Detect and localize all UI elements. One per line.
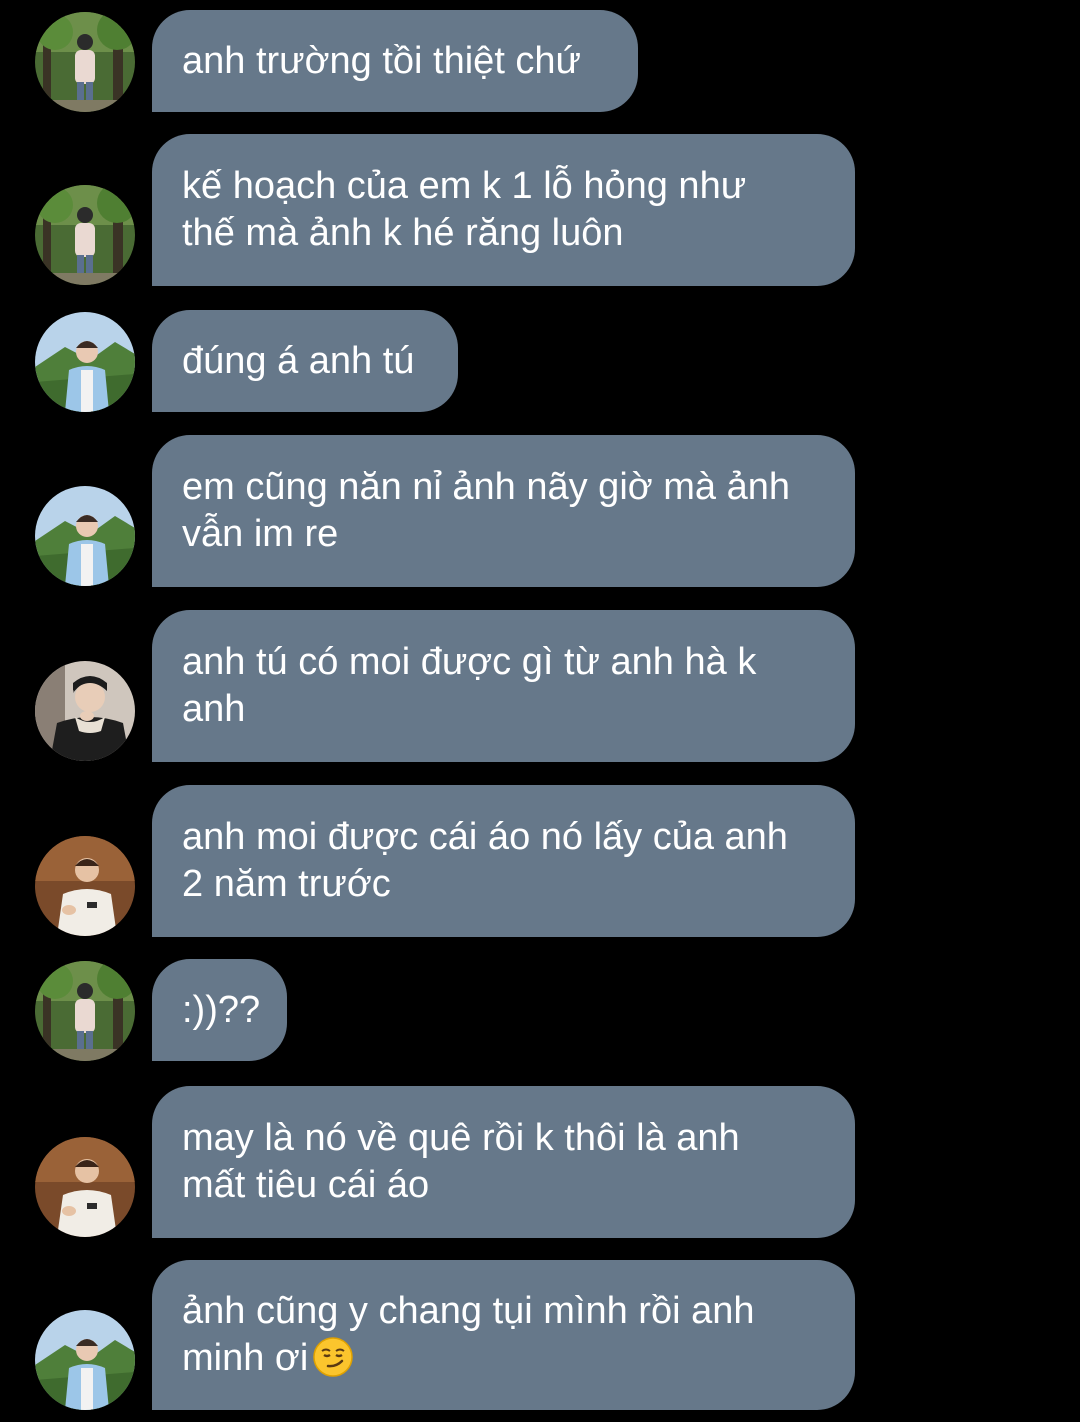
message-text: em cũng năn nỉ ảnh nãy giờ mà ảnh vẫn im…: [182, 466, 790, 555]
message-bubble[interactable]: may là nó về quê rồi k thôi là anh mất t…: [152, 1086, 855, 1238]
message-bubble[interactable]: đúng á anh tú: [152, 310, 458, 412]
mountain-man-avatar[interactable]: [35, 486, 135, 586]
smirk-emoji-icon: [313, 1337, 354, 1377]
message-bubble[interactable]: anh tú có moi được gì từ anh hà k anh: [152, 610, 855, 762]
message-text: ảnh cũng y chang tụi mình rồi anh minh ơ…: [182, 1288, 755, 1382]
mountain-man-avatar[interactable]: [35, 312, 135, 412]
message-text: anh tú có moi được gì từ anh hà k anh: [182, 641, 757, 730]
message-bubble[interactable]: em cũng năn nỉ ảnh nãy giờ mà ảnh vẫn im…: [152, 435, 855, 587]
message-text: đúng á anh tú: [182, 339, 415, 382]
chat-thread: anh trường tồi thiệt chứ kế hoạch của em…: [0, 0, 1080, 1422]
message-bubble[interactable]: ảnh cũng y chang tụi mình rồi anh minh ơ…: [152, 1260, 855, 1410]
message-text: anh trường tồi thiệt chứ: [182, 39, 581, 82]
mountain-man-avatar[interactable]: [35, 1310, 135, 1410]
message-bubble[interactable]: anh moi được cái áo nó lấy của anh 2 năm…: [152, 785, 855, 937]
forest-man-avatar[interactable]: [35, 185, 135, 285]
message-text: anh moi được cái áo nó lấy của anh 2 năm…: [182, 816, 788, 905]
cafe-man-avatar[interactable]: [35, 1137, 135, 1237]
message-text: :))??: [182, 988, 261, 1031]
message-bubble[interactable]: :))??: [152, 959, 287, 1061]
dark-hoodie-man-avatar[interactable]: [35, 661, 135, 761]
forest-man-avatar[interactable]: [35, 12, 135, 112]
message-bubble[interactable]: anh trường tồi thiệt chứ: [152, 10, 638, 112]
message-text-content: ảnh cũng y chang tụi mình rồi anh minh ơ…: [182, 1290, 755, 1379]
forest-man-avatar[interactable]: [35, 961, 135, 1061]
message-bubble[interactable]: kế hoạch của em k 1 lỗ hỏng như thế mà ả…: [152, 134, 855, 286]
cafe-man-avatar[interactable]: [35, 836, 135, 936]
message-text: kế hoạch của em k 1 lỗ hỏng như thế mà ả…: [182, 165, 747, 254]
message-text: may là nó về quê rồi k thôi là anh mất t…: [182, 1117, 740, 1206]
